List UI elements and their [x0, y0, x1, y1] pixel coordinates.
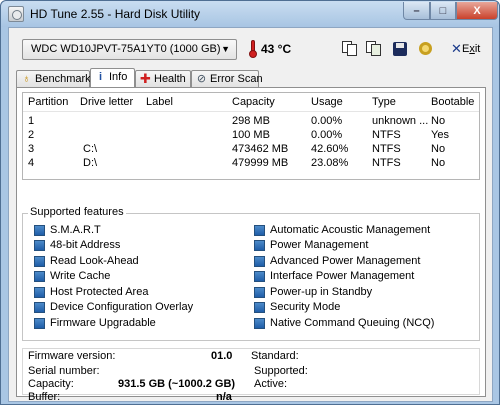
- buffer-label: Buffer:: [28, 391, 61, 403]
- window-title: HD Tune 2.55 - Hard Disk Utility: [30, 7, 201, 21]
- tab-error-scan[interactable]: ⊘ Error Scan: [191, 70, 263, 87]
- feature-supported-icon: [254, 225, 265, 236]
- close-button[interactable]: X: [456, 2, 498, 20]
- copy-info-button[interactable]: [342, 41, 358, 57]
- buffer-value: n/a: [216, 391, 232, 403]
- app-window: HD Tune 2.55 - Hard Disk Utility – □ X W…: [0, 0, 500, 405]
- feature-supported-icon: [254, 287, 265, 298]
- partition-number: 1: [28, 115, 35, 127]
- partition-table[interactable]: Partition Drive letter Label Capacity Us…: [22, 92, 480, 180]
- save-button[interactable]: [392, 41, 408, 57]
- column-header-type[interactable]: Type: [372, 96, 396, 108]
- tab-label: Health: [154, 73, 186, 85]
- partition-number: 2: [28, 129, 35, 141]
- health-cross-icon: ✚: [140, 71, 151, 86]
- thermometer-icon: [249, 40, 257, 58]
- partition-usage: 23.08%: [311, 157, 349, 169]
- partition-type: unknown ...: [372, 115, 429, 127]
- tab-label: Info: [109, 71, 128, 83]
- tab-health[interactable]: ✚ Health: [135, 70, 191, 87]
- partition-capacity: 298 MB: [232, 115, 270, 127]
- gauge-icon: ♁: [22, 73, 31, 85]
- standard-label: Standard:: [251, 350, 299, 362]
- partition-number: 3: [28, 143, 35, 155]
- drive-select[interactable]: WDC WD10JPVT-75A1YT0 (1000 GB) ▼: [22, 39, 237, 60]
- partition-bootable: Yes: [431, 129, 449, 141]
- temperature-value: 43 °C: [261, 42, 292, 56]
- serial-label: Serial number:: [28, 365, 100, 377]
- feature-supported-icon: [34, 271, 45, 282]
- drive-letter: C:\: [83, 143, 98, 155]
- feature-supported-icon: [254, 256, 265, 267]
- capacity-value: 931.5 GB (~1000.2 GB): [118, 378, 236, 390]
- main-client-area: WDC WD10JPVT-75A1YT0 (1000 GB) ▼ 43 °C ✕…: [8, 27, 493, 403]
- chevron-down-icon: ▼: [221, 44, 230, 54]
- partition-bootable: No: [431, 115, 446, 127]
- minimize-icon: –: [413, 4, 420, 17]
- partition-usage: 0.00%: [311, 129, 343, 141]
- feature-supported-icon: [34, 256, 45, 267]
- tab-info[interactable]: i Info: [90, 68, 135, 88]
- tab-benchmark[interactable]: ♁ Benchmark: [16, 70, 91, 87]
- exit-label-suffix: it: [474, 43, 481, 55]
- column-header-capacity[interactable]: Capacity: [232, 96, 275, 108]
- partition-type: NTFS: [372, 129, 401, 141]
- tab-label: Benchmark: [35, 73, 91, 85]
- partition-type: NTFS: [372, 157, 401, 169]
- partition-capacity: 473462 MB: [232, 143, 289, 155]
- supported-label: Supported:: [254, 365, 308, 377]
- firmware-label: Firmware version:: [28, 350, 116, 362]
- capacity-label: Capacity:: [28, 378, 74, 390]
- column-header-bootable[interactable]: Bootable: [431, 96, 474, 108]
- maximize-button[interactable]: □: [430, 2, 456, 20]
- maximize-icon: □: [439, 4, 447, 17]
- tab-label: Error Scan: [210, 73, 263, 85]
- firmware-value: 01.0: [211, 350, 233, 362]
- exit-button[interactable]: Exit: [462, 43, 480, 55]
- partition-bootable: No: [431, 157, 446, 169]
- close-icon: X: [473, 4, 481, 17]
- drive-info-group: Firmware version: 01.0 Serial number: Ca…: [22, 348, 480, 403]
- partition-type: NTFS: [372, 143, 401, 155]
- exit-icon[interactable]: ✕: [451, 41, 462, 57]
- supported-features-group: Supported features S.M.A.R.T 48-bit Addr…: [22, 206, 480, 341]
- info-tab-panel: Partition Drive letter Label Capacity Us…: [16, 87, 486, 403]
- column-header-usage[interactable]: Usage: [311, 96, 343, 108]
- feature-supported-icon: [34, 302, 45, 313]
- table-row[interactable]: 2 100 MB 0.00% NTFS Yes: [23, 129, 479, 143]
- partition-table-header: Partition Drive letter Label Capacity Us…: [23, 93, 479, 112]
- feature-supported-icon: [34, 240, 45, 251]
- feature-supported-icon: [254, 271, 265, 282]
- partition-bootable: No: [431, 143, 446, 155]
- feature-supported-icon: [254, 302, 265, 313]
- options-button[interactable]: [418, 41, 434, 57]
- partition-usage: 0.00%: [311, 115, 343, 127]
- drive-letter: D:\: [83, 157, 98, 169]
- partition-capacity: 479999 MB: [232, 157, 289, 169]
- feature-supported-icon: [34, 318, 45, 329]
- column-header-partition[interactable]: Partition: [28, 96, 68, 108]
- minimize-button[interactable]: –: [403, 2, 430, 20]
- feature-supported-icon: [254, 240, 265, 251]
- table-row[interactable]: 4 D:\ 479999 MB 23.08% NTFS No: [23, 157, 479, 171]
- feature-supported-icon: [254, 318, 265, 329]
- hd-tune-app-icon: [8, 6, 24, 22]
- drive-select-value: WDC WD10JPVT-75A1YT0 (1000 GB): [31, 43, 221, 55]
- table-row[interactable]: 1 298 MB 0.00% unknown ... No: [23, 115, 479, 129]
- title-bar[interactable]: HD Tune 2.55 - Hard Disk Utility – □ X: [1, 1, 499, 27]
- feature-supported-icon: [34, 287, 45, 298]
- info-icon: i: [98, 71, 103, 83]
- error-scan-icon: ⊘: [196, 73, 207, 85]
- partition-capacity: 100 MB: [232, 129, 270, 141]
- partition-number: 4: [28, 157, 35, 169]
- feature-supported-icon: [34, 225, 45, 236]
- supported-features-title: Supported features: [28, 206, 126, 218]
- column-header-drive-letter[interactable]: Drive letter: [80, 96, 133, 108]
- active-label: Active:: [254, 378, 288, 390]
- table-row[interactable]: 3 C:\ 473462 MB 42.60% NTFS No: [23, 143, 479, 157]
- column-header-label[interactable]: Label: [146, 96, 173, 108]
- copy-all-button[interactable]: [366, 41, 382, 57]
- partition-usage: 42.60%: [311, 143, 349, 155]
